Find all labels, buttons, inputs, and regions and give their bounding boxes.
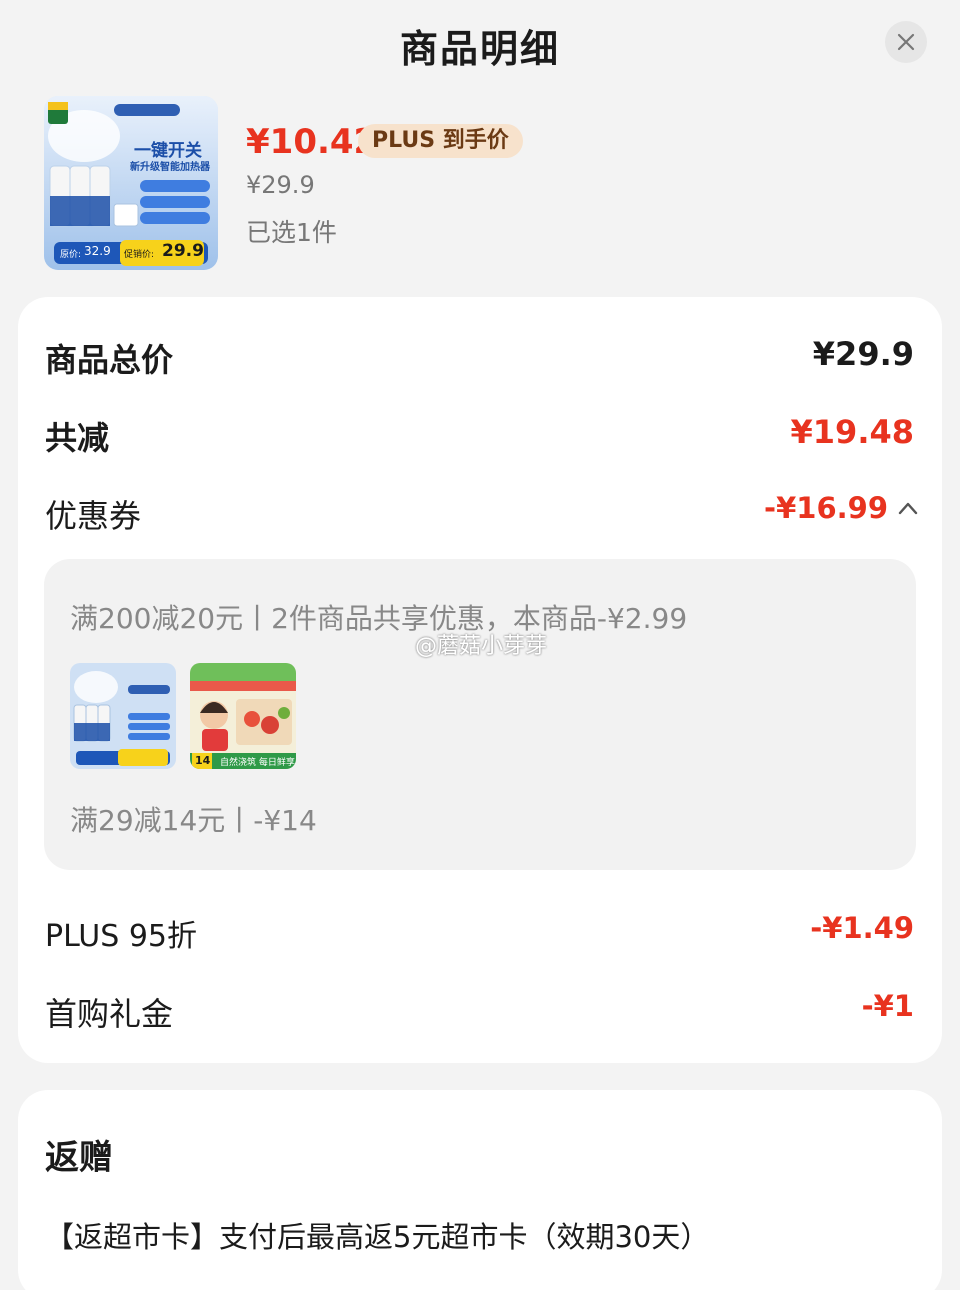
close-button[interactable] [885, 21, 927, 63]
coupon-item-thumb-1[interactable] [70, 663, 176, 769]
reduce-label: 共减 [45, 419, 110, 457]
total-value: ¥29.9 [812, 335, 914, 373]
product-image-subline: 新升级智能加热器 [130, 162, 210, 173]
coupon-rule-2: 满29减14元丨-¥14 [70, 804, 317, 837]
coupon-item-thumb-2[interactable]: 14 自然浇筑 每日鲜享 [190, 663, 296, 769]
coupon-rule-1: 满200减20元丨2件商品共享优惠，本商品-¥2.99 [70, 602, 688, 635]
watermark: @蘑菇小芽芽 [415, 634, 548, 659]
plus-discount-label: PLUS 95折 [45, 919, 198, 954]
close-icon [897, 33, 915, 51]
coupon-value[interactable]: -¥16.99 [764, 491, 888, 525]
gift-title: 返赠 [45, 1138, 113, 1178]
gift-card: 返赠 【返超市卡】支付后最高返5元超市卡（效期30天） [18, 1090, 942, 1290]
product-image-promo-price: 29.9 [162, 241, 204, 261]
plus-discount-value: -¥1.49 [810, 911, 914, 945]
product-image-orig-price: 32.9 [84, 244, 111, 258]
first-buy-value: -¥1 [861, 989, 914, 1023]
total-label: 商品总价 [45, 341, 174, 379]
coupon-item-2-tag: 14 [195, 754, 211, 767]
selected-count: 已选1件 [246, 218, 337, 247]
product-image-orig-label: 原价: [60, 250, 82, 260]
coupon-item-2-caption: 自然浇筑 每日鲜享 [220, 758, 295, 768]
first-buy-label: 首购礼金 [45, 995, 174, 1033]
page-title: 商品明细 [399, 27, 560, 71]
price-breakdown-card: 商品总价 ¥29.9 共减 ¥19.48 优惠券 -¥16.99 满200减20… [18, 297, 942, 1063]
gift-description: 【返超市卡】支付后最高返5元超市卡（效期30天） [45, 1220, 710, 1254]
coupon-item-illustration-1 [70, 663, 176, 769]
product-image[interactable]: 一键开关 新升级智能加热器 原价: 32.9 促销价: 29.9 [44, 96, 218, 270]
product-image-promo-label: 促销价: [124, 250, 155, 260]
chevron-up-icon[interactable] [898, 501, 918, 515]
detail-sheet: 商品明细 一键开关 新升级智能加热器 原价: 32.9 促销价: 29.9 ¥1… [0, 0, 960, 1290]
coupon-detail-panel: 满200减20元丨2件商品共享优惠，本商品-¥2.99 14 自然浇筑 每日鲜享… [44, 559, 916, 870]
reduce-value: ¥19.48 [790, 413, 914, 451]
original-price: ¥29.9 [246, 171, 315, 199]
coupon-label: 优惠券 [45, 497, 142, 535]
plus-price-badge: PLUS 到手价 [358, 124, 523, 158]
